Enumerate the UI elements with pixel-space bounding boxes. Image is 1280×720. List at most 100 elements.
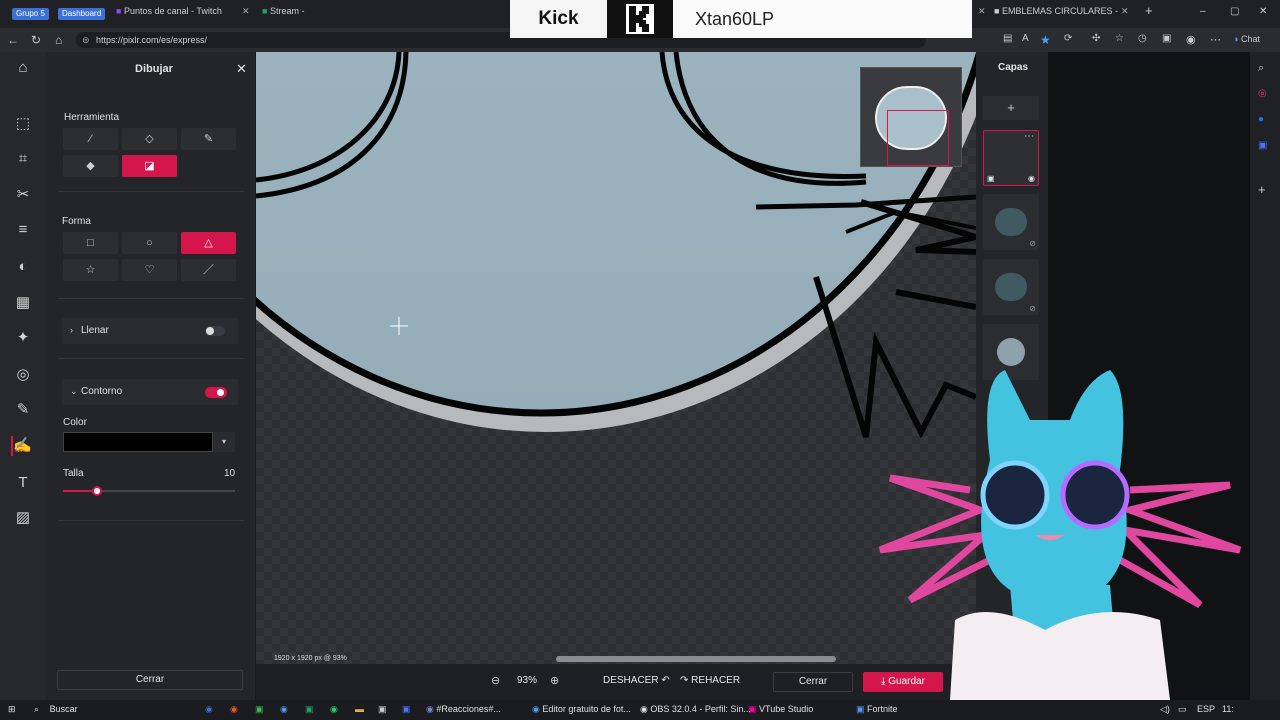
edge-taskbar-icon[interactable]: ◉ [280,704,288,715]
viewport-indicator[interactable] [887,110,949,166]
circle-shape-button[interactable]: ○ [122,232,177,254]
app-taskbar-icon[interactable]: ◉ [230,704,238,715]
favorite-star-icon[interactable]: ★ [1040,33,1051,47]
search-icon[interactable]: ⌕ [1258,62,1264,75]
excel-taskbar-icon[interactable]: ▣ [305,704,314,715]
word-taskbar-icon[interactable]: ▣ [402,704,411,715]
healing-icon[interactable]: ✎ [13,400,33,420]
more-menu-icon[interactable]: ⋯ [1210,33,1221,46]
translate-icon[interactable]: A [1022,33,1029,44]
favorites-icon[interactable]: ☆ [1115,33,1124,44]
copilot-chat-button[interactable]: ◑ Chat [1233,34,1260,44]
panel-close-icon[interactable]: ✕ [236,61,247,77]
instagram-icon[interactable]: ◎ [1258,88,1267,99]
clock[interactable]: 11: [1222,704,1234,714]
color-swatch[interactable] [63,432,213,452]
whatsapp-taskbar-icon[interactable]: ◉ [330,704,338,715]
layer-item[interactable]: ⋯ ▣ ◉ [983,130,1039,186]
zoom-out-icon[interactable]: ⊖ [491,674,500,687]
undo-button[interactable]: DESHACER ↶ [603,675,670,686]
back-icon[interactable]: ← [7,33,19,47]
image-canvas[interactable]: 1920 x 1920 px @ 93% [256,52,976,664]
fill-row[interactable]: › Llenar [62,318,238,344]
pencil-tool-button[interactable]: ✎ [181,128,236,150]
home-icon[interactable]: ⌂ [55,33,62,47]
extension-icon[interactable]: ⟳ [1064,33,1072,44]
close-button[interactable]: Cerrar [773,672,853,692]
triangle-shape-button[interactable]: △ [181,232,236,254]
pattern-icon[interactable]: ▨ [13,508,33,528]
eye-hidden-icon[interactable]: ⊘ [1029,239,1036,248]
maximize-icon[interactable]: ▢ [1230,6,1239,22]
language-indicator[interactable]: ESP [1197,704,1215,714]
fill-toggle[interactable] [205,326,225,336]
tab-group-grupo5[interactable]: Grupo 5 [12,8,49,20]
store-taskbar-icon[interactable]: ▣ [378,704,387,715]
layer-item[interactable]: ⊘ [983,259,1039,315]
outline-row[interactable]: ⌄ Contorno [62,379,238,405]
zoom-in-icon[interactable]: ⊕ [550,674,559,687]
tab-close-icon-2[interactable]: ✕ [978,6,986,22]
cutout-icon[interactable]: ✂ [13,185,33,205]
zoom-level[interactable]: 93% [517,675,537,686]
reload-icon[interactable]: ↻ [31,33,41,47]
layer-options-icon[interactable]: ⋯ [1024,131,1034,142]
shape-tool-button[interactable]: ◪ [122,155,177,177]
redo-button[interactable]: ↷ REHACER [680,675,740,686]
word-icon[interactable]: ▣ [1258,140,1267,151]
line-shape-button[interactable]: ／ [181,259,236,281]
window-close-icon[interactable]: ✕ [1259,6,1267,22]
size-slider-knob[interactable] [92,486,103,496]
taskbar-item-discord[interactable]: ◉ #Reacciones#... [426,704,501,715]
profile-icon[interactable]: ◉ [1186,33,1196,46]
eraser-tool-button[interactable]: ◇ [122,128,177,150]
panel-close-button[interactable]: Cerrar [57,670,243,690]
taskbar-search[interactable]: ⌕ Buscar [34,704,78,715]
eye-icon[interactable]: ◉ [1028,174,1035,183]
browser-taskbar-icon[interactable]: ◉ [205,704,213,715]
taskbar-item-pixlr[interactable]: ◉ Editor gratuito de fot... [532,704,631,715]
tab-stream[interactable]: ■ Stream - [262,6,310,22]
arrange-icon[interactable]: ⬚ [13,114,33,134]
collections-icon[interactable]: ▣ [1162,33,1171,44]
liquify-icon[interactable]: ◎ [13,365,33,385]
filter-icon[interactable]: ◐ [13,257,33,277]
home-icon[interactable]: ⌂ [13,58,33,78]
add-sidebar-icon[interactable]: + [1258,182,1266,197]
windows-start-icon[interactable]: ⊞ [8,704,16,715]
draw-icon[interactable]: ✍ [11,436,32,456]
outline-toggle[interactable] [205,387,227,398]
minimize-icon[interactable]: – [1200,6,1206,22]
folder-taskbar-icon[interactable]: ▬ [355,704,364,714]
eye-hidden-icon[interactable]: ⊘ [1029,304,1036,313]
add-layer-button[interactable]: + [983,96,1039,120]
new-tab-icon[interactable]: + [1145,3,1153,19]
tab-group-dashboard[interactable]: Dashboard [58,8,106,20]
text-icon[interactable]: T [13,473,33,493]
taskbar-item-fortnite[interactable]: ▣ Fortnite [856,704,898,715]
horizontal-scrollbar[interactable] [556,656,836,662]
facebook-icon[interactable]: ● [1258,114,1264,125]
size-slider[interactable] [63,486,235,496]
tab-close-icon[interactable]: ✕ [242,6,250,22]
crop-icon[interactable]: ⌗ [13,149,33,169]
history-icon[interactable]: ◷ [1138,33,1147,44]
speaker-icon[interactable]: ◁) [1160,704,1170,715]
tab-twitch[interactable]: ■ Puntos de canal - Twitch [116,6,240,22]
read-aloud-icon[interactable]: ▤ [1003,33,1012,44]
navigator-thumbnail[interactable] [860,67,962,167]
layer-item[interactable]: ⊘ [983,194,1039,250]
puzzle-icon[interactable]: ✣ [1092,33,1100,44]
fill-tool-button[interactable]: ◆ [63,155,118,177]
retouch-icon[interactable]: ✦ [13,328,33,348]
taskbar-item-obs[interactable]: ◉ OBS 32.0.4 - Perfil: Sin... [640,704,751,715]
color-dropdown-icon[interactable]: ▾ [213,432,235,452]
terminal-taskbar-icon[interactable]: ▣ [255,704,264,715]
tab-emblemas[interactable]: ■ EMBLEMAS CIRCULARES - Bús [994,6,1118,22]
rectangle-shape-button[interactable]: □ [63,232,118,254]
brush-tool-button[interactable]: ⁄ [63,128,118,150]
star-shape-button[interactable]: ☆ [63,259,118,281]
adjust-icon[interactable]: ≡ [13,220,33,240]
keyboard-icon[interactable]: ▭ [1178,704,1187,715]
effects-icon[interactable]: ▦ [13,293,33,313]
